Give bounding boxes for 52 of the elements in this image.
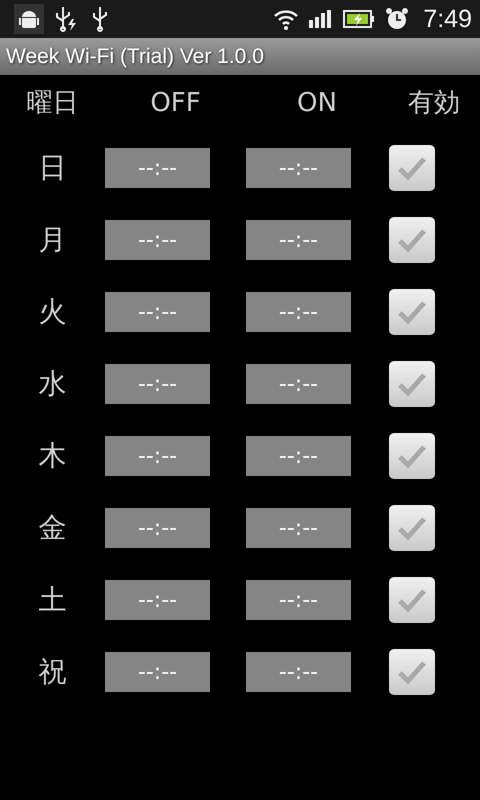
day-label: 水 (38, 366, 68, 402)
checkbox[interactable] (389, 217, 435, 263)
day-label: 月 (38, 222, 68, 258)
on-time-button[interactable]: --:-- (246, 220, 351, 260)
checkbox[interactable] (389, 361, 435, 407)
day-label: 日 (38, 150, 68, 186)
wifi-icon (273, 8, 300, 30)
checkbox[interactable] (389, 649, 435, 695)
checkbox[interactable] (389, 505, 435, 551)
android-icon (14, 4, 44, 34)
column-header: OFF (149, 87, 202, 119)
off-time-button[interactable]: --:-- (105, 580, 210, 620)
check-icon (397, 515, 427, 541)
check-icon (397, 227, 427, 253)
on-time-button[interactable]: --:-- (246, 436, 351, 476)
off-time-button[interactable]: --:-- (105, 292, 210, 332)
on-time-button[interactable]: --:-- (246, 508, 351, 548)
check-icon (397, 587, 427, 613)
signal-icon (309, 10, 334, 28)
off-time-button[interactable]: --:-- (105, 148, 210, 188)
checkbox[interactable] (389, 289, 435, 335)
check-icon (397, 371, 427, 397)
check-icon (397, 443, 427, 469)
day-label: 金 (38, 510, 68, 546)
on-time-button[interactable]: --:-- (246, 580, 351, 620)
on-time-button[interactable]: --:-- (246, 148, 351, 188)
day-label: 祝 (38, 654, 68, 690)
alarm-clock-icon (385, 7, 410, 31)
off-time-button[interactable]: --:-- (105, 436, 210, 476)
usb-icon (90, 5, 110, 33)
column-header: 曜日 (26, 87, 80, 119)
check-icon (397, 299, 427, 325)
check-icon (397, 155, 427, 181)
status-time: 7:49 (423, 4, 472, 34)
column-header: ON (296, 87, 338, 119)
checkbox[interactable] (389, 433, 435, 479)
day-label: 火 (38, 294, 68, 330)
battery-icon (343, 9, 376, 29)
on-time-button[interactable]: --:-- (246, 364, 351, 404)
day-label: 土 (38, 582, 68, 618)
off-time-button[interactable]: --:-- (105, 364, 210, 404)
day-label: 木 (38, 438, 68, 474)
checkbox[interactable] (389, 145, 435, 191)
off-time-button[interactable]: --:-- (105, 652, 210, 692)
checkbox[interactable] (389, 577, 435, 623)
on-time-button[interactable]: --:-- (246, 292, 351, 332)
off-time-button[interactable]: --:-- (105, 220, 210, 260)
column-header: 有効 (407, 87, 461, 119)
check-icon (397, 659, 427, 685)
window-title: Week Wi-Fi (Trial) Ver 1.0.0 (6, 44, 264, 68)
on-time-button[interactable]: --:-- (246, 652, 351, 692)
off-time-button[interactable]: --:-- (105, 508, 210, 548)
